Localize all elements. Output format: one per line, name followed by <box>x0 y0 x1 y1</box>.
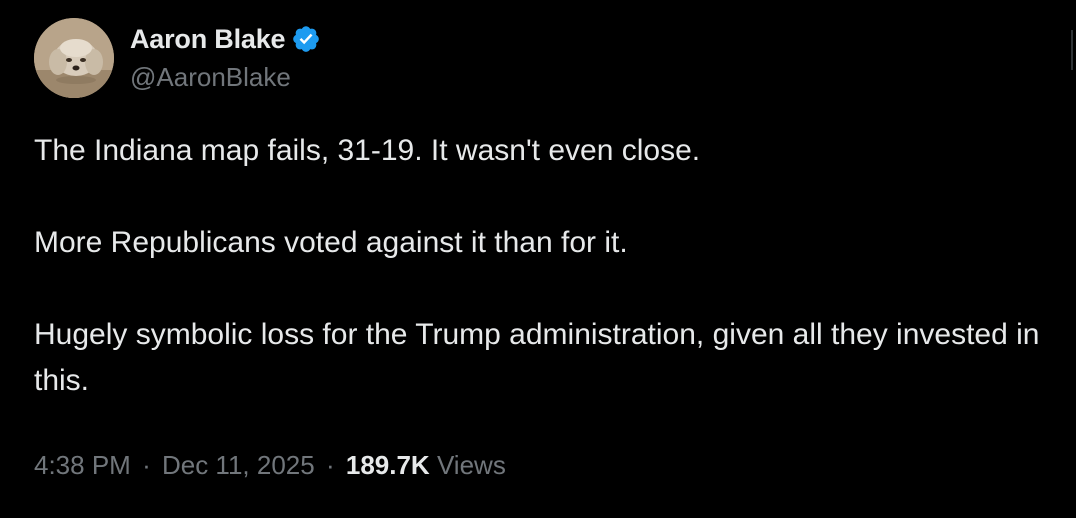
views-count[interactable]: 189.7K <box>346 450 430 480</box>
tweet-date[interactable]: Dec 11, 2025 <box>162 450 315 480</box>
tweet-paragraph: The Indiana map fails, 31-19. It wasn't … <box>34 134 701 167</box>
tweet-paragraph: Hugely symbolic loss for the Trump admin… <box>34 318 1040 397</box>
dog-avatar-icon <box>34 18 114 98</box>
views-label: Views <box>436 450 506 480</box>
more-options-button[interactable] <box>1068 30 1076 70</box>
author-display-name[interactable]: Aaron Blake <box>130 24 286 55</box>
more-options-icon <box>1071 30 1073 70</box>
author-avatar[interactable] <box>34 18 114 98</box>
tweet-paragraph: More Republicans voted against it than f… <box>34 226 628 259</box>
tweet-card: Aaron Blake @AaronBlake The Indiana map … <box>0 0 1076 518</box>
meta-separator: · <box>142 450 151 480</box>
tweet-time[interactable]: 4:38 PM <box>34 450 131 480</box>
meta-separator: · <box>325 450 335 480</box>
tweet-meta: 4:38 PM · Dec 11, 2025 · 189.7K Views <box>34 450 506 481</box>
author-block: Aaron Blake @AaronBlake <box>130 22 321 93</box>
verified-badge-icon <box>293 26 320 52</box>
author-handle[interactable]: @AaronBlake <box>130 62 321 93</box>
tweet-text: The Indiana map fails, 31-19. It wasn't … <box>34 128 1054 404</box>
author-name-row: Aaron Blake <box>130 22 321 56</box>
